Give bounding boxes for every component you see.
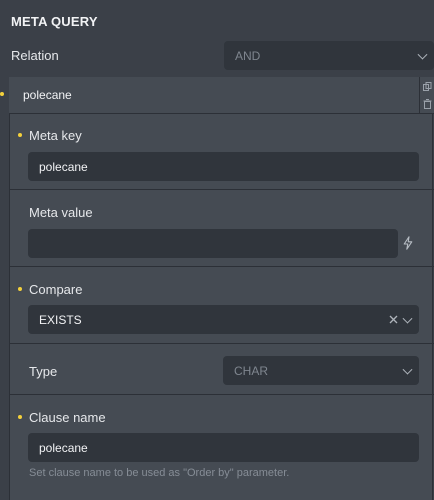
meta-key-label: Meta key [29, 128, 82, 143]
clause-header[interactable]: polecane [9, 77, 419, 114]
type-value: CHAR [234, 363, 269, 378]
meta-key-value: polecane [39, 159, 88, 174]
relation-select[interactable]: AND [224, 41, 434, 70]
compare-label: Compare [29, 282, 83, 297]
required-indicator [18, 287, 22, 291]
divider [9, 394, 434, 395]
relation-value: AND [235, 48, 261, 63]
trash-icon[interactable] [423, 99, 432, 109]
chevron-down-icon [417, 49, 428, 60]
compare-select[interactable]: EXISTS [28, 305, 419, 334]
bolt-icon[interactable] [403, 236, 413, 250]
chevron-down-icon [402, 364, 413, 375]
required-indicator [0, 92, 4, 96]
close-icon[interactable] [389, 315, 398, 324]
clause-name-label: Clause name [29, 410, 106, 425]
required-indicator [18, 415, 22, 419]
required-indicator [18, 133, 22, 137]
clause-name-input[interactable]: polecane [28, 433, 419, 462]
chevron-down-icon [402, 313, 413, 324]
clause-actions [419, 77, 434, 114]
type-label: Type [29, 364, 58, 379]
relation-label: Relation [11, 48, 59, 63]
copy-icon[interactable] [423, 82, 432, 91]
clause-name-hint: Set clause name to be used as "Order by"… [29, 467, 290, 479]
divider [9, 266, 434, 267]
section-title: META QUERY [11, 14, 98, 29]
divider [9, 343, 434, 344]
meta-key-input[interactable]: polecane [28, 152, 419, 181]
meta-value-input[interactable] [28, 229, 398, 258]
type-select[interactable]: CHAR [223, 356, 419, 385]
divider [9, 189, 434, 190]
compare-value: EXISTS [39, 312, 82, 327]
clause-name-value: polecane [39, 440, 88, 455]
clause-header-title: polecane [23, 88, 72, 102]
meta-value-label: Meta value [29, 205, 93, 220]
